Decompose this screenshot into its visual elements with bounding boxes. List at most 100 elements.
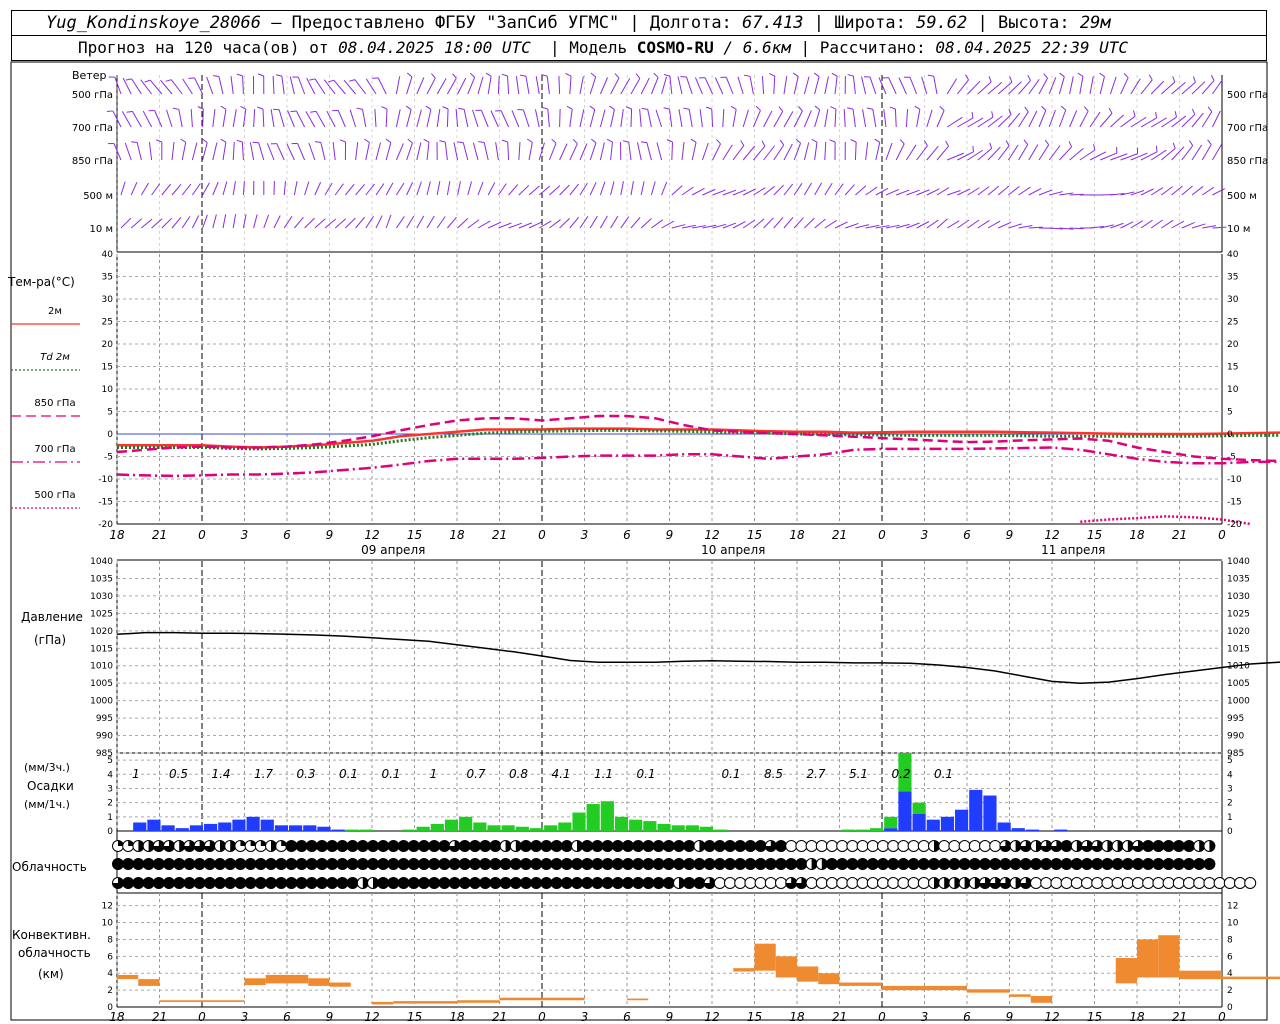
- wind-barb: [314, 141, 321, 143]
- cloud-symbol: [948, 840, 961, 852]
- wind-barb: [122, 77, 132, 95]
- cloud-symbol-fill: [1142, 858, 1154, 870]
- wind-barb: [610, 109, 615, 128]
- x-tick-label: 18: [449, 1010, 465, 1024]
- wind-barb: [457, 141, 464, 144]
- prec-tick: 4: [1227, 770, 1233, 780]
- wind-barb: [1140, 151, 1158, 161]
- wind-barb: [1123, 73, 1129, 79]
- wind-barb: [1150, 219, 1163, 229]
- pres-tick: 1025: [90, 609, 113, 619]
- x-tick-label: 18: [1129, 1010, 1145, 1024]
- cloud-symbol-fill: [979, 858, 991, 870]
- wind-barb: [1069, 110, 1078, 128]
- cloud-symbol: [1081, 877, 1093, 889]
- wind-barb: [375, 142, 381, 161]
- cloud-symbol-fill: [632, 858, 644, 870]
- wind-barb: [971, 111, 974, 119]
- wind-barb: [926, 109, 933, 128]
- precip-bar-rain: [572, 812, 586, 831]
- cloud-symbol-fill: [755, 858, 767, 870]
- cloud-symbol-fill: [296, 877, 308, 889]
- precip-bar-rain: [402, 829, 416, 831]
- prec-total-3h: 1: [132, 767, 140, 781]
- wind-barb: [630, 181, 634, 196]
- wind-barb: [212, 75, 220, 77]
- day-label: 09 апреля: [361, 543, 425, 557]
- wind-barb: [472, 142, 479, 161]
- prec-tick: 4: [107, 770, 113, 780]
- wind-barb: [406, 72, 413, 78]
- cloud-symbol-fill: [459, 877, 471, 889]
- cloud-symbol: [1244, 877, 1257, 889]
- wind-barb: [591, 138, 597, 144]
- wind-barb: [1120, 77, 1129, 95]
- wind-barb: [191, 215, 200, 229]
- precip-bar-snow: [204, 823, 218, 831]
- cloud-symbol-fill: [1142, 840, 1154, 852]
- conv-tick: 10: [102, 919, 114, 929]
- wind-barb: [989, 142, 993, 149]
- cloud-symbol: [1060, 877, 1073, 889]
- prec-total-3h: 5.1: [849, 767, 868, 781]
- wind-barb: [202, 142, 208, 161]
- wind-barb: [528, 185, 540, 196]
- wind-barb: [614, 73, 620, 79]
- precip-bar-rain: [614, 816, 629, 831]
- wind-barb: [332, 142, 336, 161]
- wind-barb: [824, 109, 829, 128]
- wind-barb: [202, 138, 208, 144]
- cloud-symbol-fill: [112, 858, 124, 870]
- cloud-symbol-fill: [612, 858, 624, 870]
- wind-barb: [883, 109, 887, 128]
- wind-barb: [446, 181, 451, 196]
- wind-barb: [281, 76, 285, 95]
- wind-barb: [436, 181, 441, 196]
- wind-barb: [1089, 111, 1101, 128]
- pres-tick: 1035: [90, 574, 113, 584]
- wind-barb: [895, 143, 905, 161]
- pressure-line: [116, 631, 1280, 684]
- wind-barb: [635, 73, 641, 79]
- wind-barb: [257, 106, 264, 110]
- wind-barb: [705, 106, 712, 110]
- wind-barb: [439, 140, 446, 143]
- cloud-symbol: [846, 840, 859, 852]
- cloud-symbol-fill: [285, 858, 297, 870]
- cloud-symbol-fill: [887, 858, 899, 870]
- wind-barb: [1191, 144, 1203, 161]
- wind-barb: [803, 182, 812, 196]
- cloud-symbol-fill: [1081, 858, 1093, 870]
- wind-barb: [622, 140, 629, 143]
- cloud-symbol-fill: [571, 858, 583, 870]
- wind-barb: [381, 106, 388, 110]
- x-tick-label: 12: [364, 528, 379, 542]
- prec-total-3h: 0.7: [466, 767, 485, 781]
- wind-barb: [716, 139, 721, 145]
- x-tick-label: 3: [241, 528, 249, 542]
- precip-bar-rain: [685, 825, 699, 831]
- wind-barb: [945, 140, 949, 147]
- convective-bar: [308, 978, 330, 986]
- wind-barb: [834, 108, 837, 128]
- wind-barb: [273, 108, 280, 111]
- cloud-symbol-fill: [1040, 858, 1052, 870]
- prec-title: Осадки: [27, 779, 74, 793]
- cloud-symbol-fill: [724, 840, 736, 852]
- cloud-symbol-fill: [449, 877, 461, 889]
- wind-barb: [637, 142, 642, 161]
- wind-barb: [337, 110, 346, 128]
- wind-barb: [885, 188, 900, 196]
- wind-barb: [130, 182, 138, 196]
- x-tick-label: 0: [1218, 528, 1226, 542]
- wind-barb: [362, 109, 367, 128]
- wind-barb: [610, 215, 619, 229]
- wind-barb: [166, 109, 173, 128]
- wind-barb: [416, 109, 422, 128]
- cloud-symbol: [856, 840, 869, 852]
- precip-bar-snow: [303, 825, 317, 831]
- wind-barb: [677, 76, 683, 95]
- precip-bar-rain: [699, 826, 714, 831]
- wind-level-label: 500 гПа: [1227, 90, 1268, 101]
- cloud-symbol: [1172, 877, 1185, 889]
